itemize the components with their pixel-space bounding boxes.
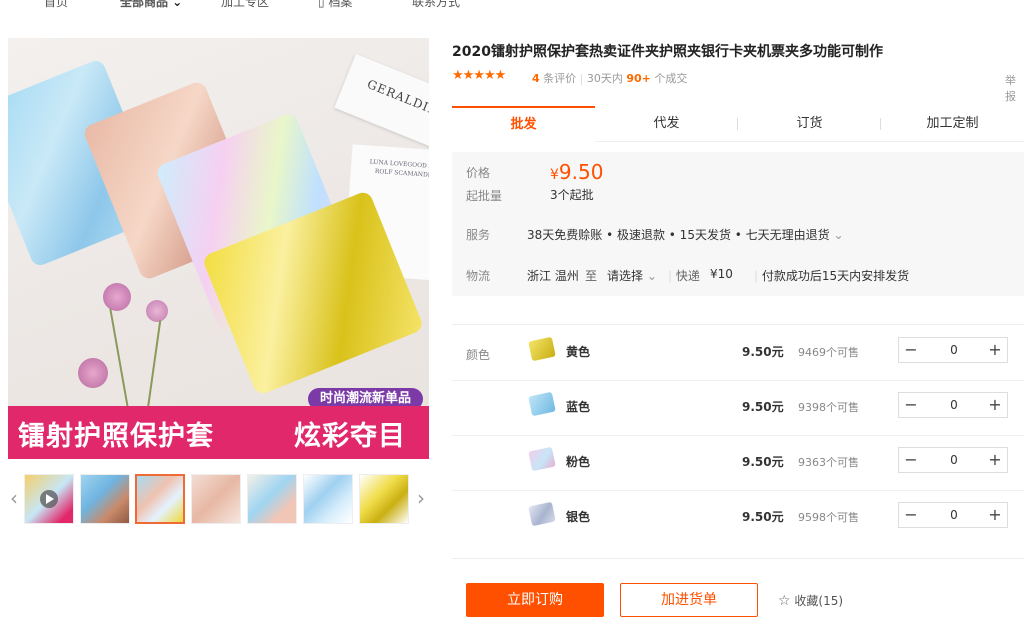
quantity-stepper: − 0 + (898, 447, 1008, 473)
logistics-to: 至 (585, 269, 598, 283)
thumbnail-1[interactable] (24, 474, 74, 524)
sku-row: 黄色 9.50元 9469个可售 − 0 + (452, 325, 1024, 380)
logistics-label: 物流 (466, 269, 491, 283)
nav-all-products[interactable]: 全部商品 ⌄ (120, 0, 182, 10)
thumbnail-2[interactable] (80, 474, 130, 524)
thumb-prev-icon[interactable]: ‹ (8, 486, 20, 510)
nav-archive[interactable]: ▯ 档案 (318, 0, 352, 10)
thumbnail-strip: ‹ › (8, 474, 429, 526)
favorite-button[interactable]: ☆ 收藏(15) (778, 592, 843, 609)
plus-icon[interactable]: + (983, 338, 1007, 362)
review-count[interactable]: 4 (532, 72, 540, 85)
stem (146, 320, 162, 410)
promo-banner: 镭射护照保护套 炫彩夺目 (8, 406, 429, 459)
quantity-input[interactable]: 0 (929, 503, 979, 527)
sku-price: 9.50元 (742, 345, 784, 359)
moq-value: 3个起批 (550, 188, 594, 202)
stem (109, 308, 129, 408)
order-now-button[interactable]: 立即订购 (466, 583, 604, 617)
tab-order[interactable]: 订货 (738, 106, 881, 142)
purchase-tabs: 批发 代发 订货 加工定制 (452, 106, 1024, 142)
sold-count: 90+ (626, 72, 651, 85)
sku-swatch-silver[interactable] (528, 501, 556, 527)
logistics-method: | 快递 (668, 269, 700, 283)
thumbnail-6[interactable] (303, 474, 353, 524)
chevron-down-icon: ⌄ (646, 269, 657, 283)
price-box: 价格 ¥9.50 起批量 3个起批 (452, 152, 1024, 210)
sku-name: 粉色 (566, 455, 591, 469)
service-label: 服务 (466, 228, 491, 242)
brand-card: GERALDINE (334, 53, 429, 161)
sku-stock: 9398个可售 (798, 401, 859, 414)
chevron-down-icon: ⌄ (833, 228, 844, 242)
nav-home[interactable]: 首页 (44, 0, 68, 10)
sku-price: 9.50元 (742, 455, 784, 469)
sold-prefix: 30天内 (586, 72, 623, 85)
quantity-stepper: − 0 + (898, 502, 1008, 528)
quantity-stepper: − 0 + (898, 337, 1008, 363)
sku-price: 9.50元 (742, 510, 784, 524)
thumbnail-7[interactable] (359, 474, 409, 524)
sku-row: 银色 9.50元 9598个可售 − 0 + (452, 490, 1024, 545)
thumbnail-5[interactable] (247, 474, 297, 524)
quantity-stepper: − 0 + (898, 392, 1008, 418)
banner-slogan: 炫彩夺目 (294, 421, 406, 452)
top-nav: 首页 全部商品 ⌄ 加工专区 ▯ 档案 联系方式 (0, 0, 1024, 14)
sku-stock: 9469个可售 (798, 346, 859, 359)
star-icon: ☆ (778, 593, 791, 609)
minus-icon[interactable]: − (899, 448, 923, 472)
sku-name: 蓝色 (566, 400, 591, 414)
sku-swatch-yellow[interactable] (528, 336, 556, 362)
plus-icon[interactable]: + (983, 448, 1007, 472)
minus-icon[interactable]: − (899, 393, 923, 417)
thumbnail-3[interactable] (135, 474, 185, 524)
destination-select[interactable]: 请选择 ⌄ (607, 267, 657, 284)
main-product-image[interactable]: GERALDINE LUNA LOVEGOOD AND ROLF SCAMAND… (8, 38, 429, 459)
quantity-input[interactable]: 0 (929, 338, 979, 362)
flower (103, 283, 131, 311)
nav-contact[interactable]: 联系方式 (412, 0, 460, 10)
sku-stock: 9598个可售 (798, 511, 859, 524)
sku-name: 黄色 (566, 345, 591, 359)
plus-icon[interactable]: + (983, 393, 1007, 417)
flower (146, 300, 168, 322)
add-to-cart-button[interactable]: 加进货单 (620, 583, 758, 617)
report-link[interactable]: 举报 (1005, 72, 1024, 104)
minus-icon[interactable]: − (899, 503, 923, 527)
rating-stars-icon: ★★★★★ (452, 68, 506, 83)
ship-note: | 付款成功后15天内安排发货 (754, 269, 910, 283)
logistics-origin: 浙江 温州 (527, 269, 579, 283)
tab-dropship[interactable]: 代发 (595, 106, 738, 142)
nav-processing[interactable]: 加工专区 (221, 0, 269, 10)
divider (452, 558, 1024, 559)
price-label: 价格 (466, 166, 491, 180)
play-icon[interactable] (40, 490, 58, 508)
sku-swatch-pink[interactable] (528, 446, 556, 472)
moq-label: 起批量 (466, 189, 503, 203)
service-box: 服务 38天免费赊账 • 极速退款 • 15天发货 • 七天无理由退货 ⌄ 物流… (452, 210, 1024, 296)
minus-icon[interactable]: − (899, 338, 923, 362)
quantity-input[interactable]: 0 (929, 393, 979, 417)
review-label[interactable]: 条评价 (543, 72, 576, 85)
sold-suffix: 个成交 (654, 72, 688, 85)
sku-row: 粉色 9.50元 9363个可售 − 0 + (452, 435, 1024, 490)
tab-custom-processing[interactable]: 加工定制 (881, 106, 1024, 142)
price-value: ¥9.50 (550, 160, 604, 184)
service-list[interactable]: 38天免费赊账 • 极速退款 • 15天发货 • 七天无理由退货 ⌄ (527, 226, 844, 243)
sku-swatch-blue[interactable] (528, 391, 556, 417)
logistics-fee: ¥10 (710, 267, 733, 281)
favorite-label: 收藏(15) (794, 594, 844, 608)
sku-stock: 9363个可售 (798, 456, 859, 469)
product-title: 2020镭射护照保护套热卖证件夹护照夹银行卡夹机票夹多功能可制作 (452, 44, 883, 60)
thumb-next-icon[interactable]: › (415, 486, 427, 510)
sku-row: 蓝色 9.50元 9398个可售 − 0 + (452, 380, 1024, 435)
sku-price: 9.50元 (742, 400, 784, 414)
flower (78, 358, 108, 388)
plus-icon[interactable]: + (983, 503, 1007, 527)
sku-name: 银色 (566, 510, 591, 524)
tab-wholesale[interactable]: 批发 (452, 106, 595, 142)
thumbnail-4[interactable] (191, 474, 241, 524)
quantity-input[interactable]: 0 (929, 448, 979, 472)
banner-title: 镭射护照保护套 (18, 421, 214, 452)
